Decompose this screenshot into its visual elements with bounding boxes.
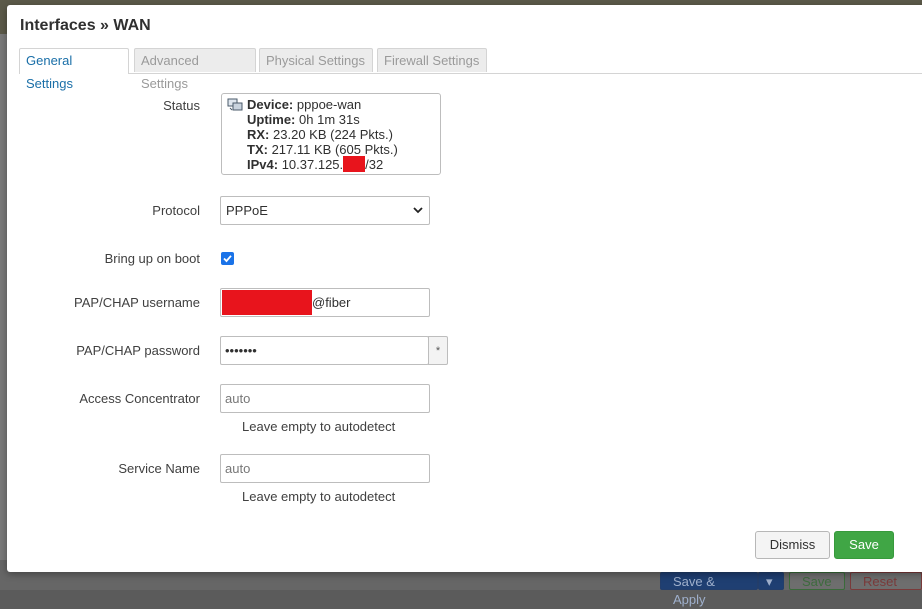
access-concentrator-input[interactable]: auto xyxy=(220,384,430,413)
status-device-key: Device: xyxy=(247,97,294,112)
username-input[interactable]: @fiber xyxy=(220,288,430,317)
status-uptime-value: 0h 1m 31s xyxy=(299,112,360,127)
modal-title: Interfaces » WAN xyxy=(20,17,151,34)
status-ipv4-line: IPv4: 10.37.125. /32 xyxy=(247,156,398,172)
access-concentrator-label: Access Concentrator xyxy=(79,391,200,406)
boot-checkbox[interactable] xyxy=(221,252,234,265)
service-name-label: Service Name xyxy=(118,461,200,476)
status-tx-line: TX: 217.11 KB (605 Pkts.) xyxy=(247,142,398,157)
background-reset-button: Reset xyxy=(850,572,922,590)
password-reveal-button[interactable]: * xyxy=(428,336,448,365)
status-box: Device: pppoe-wan Uptime: 0h 1m 31s RX: … xyxy=(221,93,441,175)
tab-firewall-settings[interactable]: Firewall Settings xyxy=(377,48,487,72)
status-uptime-line: Uptime: 0h 1m 31s xyxy=(247,112,398,127)
dismiss-button[interactable]: Dismiss xyxy=(755,531,830,559)
chevron-down-icon xyxy=(413,207,423,214)
service-name-hint: Leave empty to autodetect xyxy=(242,489,396,504)
status-rx-value: 23.20 KB (224 Pkts.) xyxy=(273,127,393,142)
status-device-value: pppoe-wan xyxy=(296,97,362,112)
tab-bar: General Settings Advanced Settings Physi… xyxy=(19,48,922,91)
status-details: Device: pppoe-wan Uptime: 0h 1m 31s RX: … xyxy=(247,97,398,172)
protocol-select[interactable]: PPPoE xyxy=(220,196,430,225)
access-concentrator-placeholder: auto xyxy=(225,391,251,406)
service-name-placeholder: auto xyxy=(225,461,251,476)
save-button[interactable]: Save xyxy=(834,531,894,559)
status-uptime-key: Uptime: xyxy=(247,112,296,127)
tab-physical-settings[interactable]: Physical Settings xyxy=(259,48,373,72)
password-input[interactable]: ••••••• xyxy=(220,336,429,365)
redaction-ipv4 xyxy=(343,156,366,172)
protocol-label: Protocol xyxy=(152,203,200,218)
status-ipv4-suffix: /32 xyxy=(365,157,384,172)
background-save-apply-dropdown: ▾ xyxy=(758,572,784,590)
tab-general-settings[interactable]: General Settings xyxy=(19,48,129,91)
status-rx-key: RX: xyxy=(247,127,270,142)
background-save-button: Save xyxy=(789,572,845,590)
status-ipv4-prefix: 10.37.125. xyxy=(281,157,344,172)
password-value: ••••••• xyxy=(225,343,257,358)
status-device-line: Device: pppoe-wan xyxy=(247,97,398,112)
service-name-input[interactable]: auto xyxy=(220,454,430,483)
boot-label: Bring up on boot xyxy=(104,251,200,266)
username-value-suffix: @fiber xyxy=(312,295,351,310)
checkmark-icon xyxy=(223,255,232,263)
network-device-icon xyxy=(227,98,243,111)
status-tx-value: 217.11 KB (605 Pkts.) xyxy=(271,142,398,157)
status-label: Status xyxy=(163,98,200,113)
background-save-apply-button: Save & Apply xyxy=(660,572,758,607)
status-ipv4-key: IPv4: xyxy=(247,157,279,172)
username-label: PAP/CHAP username xyxy=(74,295,200,310)
interface-modal: Interfaces » WAN General Settings Advanc… xyxy=(7,5,922,572)
status-rx-line: RX: 23.20 KB (224 Pkts.) xyxy=(247,127,398,142)
redaction-username xyxy=(222,290,312,315)
status-tx-key: TX: xyxy=(247,142,268,157)
protocol-selected-value: PPPoE xyxy=(226,203,268,218)
password-label: PAP/CHAP password xyxy=(76,343,200,358)
tab-advanced-settings[interactable]: Advanced Settings xyxy=(134,48,256,91)
access-concentrator-hint: Leave empty to autodetect xyxy=(242,419,396,434)
